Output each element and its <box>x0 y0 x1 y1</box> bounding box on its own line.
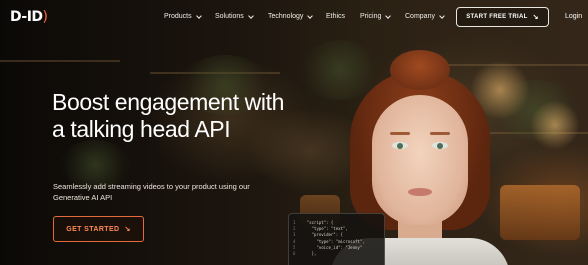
arrow-down-right-icon: ↘ <box>124 225 131 233</box>
arrow-down-right-icon: ↘ <box>532 13 539 21</box>
code-snippet-panel: 1 "script": { 2 "type": "text", 3 "provi… <box>288 213 385 265</box>
eye <box>432 142 448 149</box>
hero-subtext: Seamlessly add streaming videos to your … <box>53 182 250 202</box>
nav-item-label: Technology <box>268 13 304 20</box>
chevron-down-icon <box>307 12 314 19</box>
nav-item-technology[interactable]: Technology <box>268 12 314 20</box>
hair-bun <box>390 50 450 90</box>
login-link[interactable]: Login <box>565 13 582 20</box>
lips <box>408 188 432 196</box>
logo-paren: ) <box>42 9 48 25</box>
cta-label: GET STARTED <box>66 225 120 233</box>
nav-item-solutions[interactable]: Solutions <box>215 12 254 20</box>
trial-button-label: START FREE TRIAL <box>466 14 528 20</box>
chair <box>500 185 580 240</box>
start-free-trial-button[interactable]: START FREE TRIAL ↘ <box>456 7 549 27</box>
chevron-down-icon <box>195 12 202 19</box>
chevron-down-icon <box>247 12 254 19</box>
nav-item-label: Products <box>164 13 192 20</box>
code-text: }, <box>302 251 317 257</box>
face <box>372 95 468 225</box>
nav-item-label: Company <box>405 13 435 20</box>
hero-headline: Boost engagement with a talking head API <box>52 89 284 142</box>
code-line: 6 }, <box>293 251 380 257</box>
chevron-down-icon <box>385 12 392 19</box>
get-started-button[interactable]: GET STARTED ↘ <box>53 216 144 242</box>
nav-item-label: Solutions <box>215 13 244 20</box>
nav-item-label: Pricing <box>360 13 382 20</box>
nav-item-ethics[interactable]: Ethics <box>326 13 345 20</box>
lamp <box>530 100 580 150</box>
brow <box>430 132 450 135</box>
shelf <box>0 60 120 62</box>
brow <box>390 132 410 135</box>
nav-item-pricing[interactable]: Pricing <box>360 12 392 20</box>
eye <box>392 142 408 149</box>
nav-item-products[interactable]: Products <box>164 12 202 20</box>
line-number: 6 <box>293 251 296 257</box>
nav-item-company[interactable]: Company <box>405 12 445 20</box>
logo[interactable]: D-ID) <box>10 9 48 25</box>
nav-item-label: Ethics <box>326 13 346 20</box>
logo-text: D-ID <box>10 9 43 25</box>
chevron-down-icon <box>439 12 445 19</box>
top-nav: D-ID) Products Solutions Technology Ethi… <box>0 0 588 36</box>
